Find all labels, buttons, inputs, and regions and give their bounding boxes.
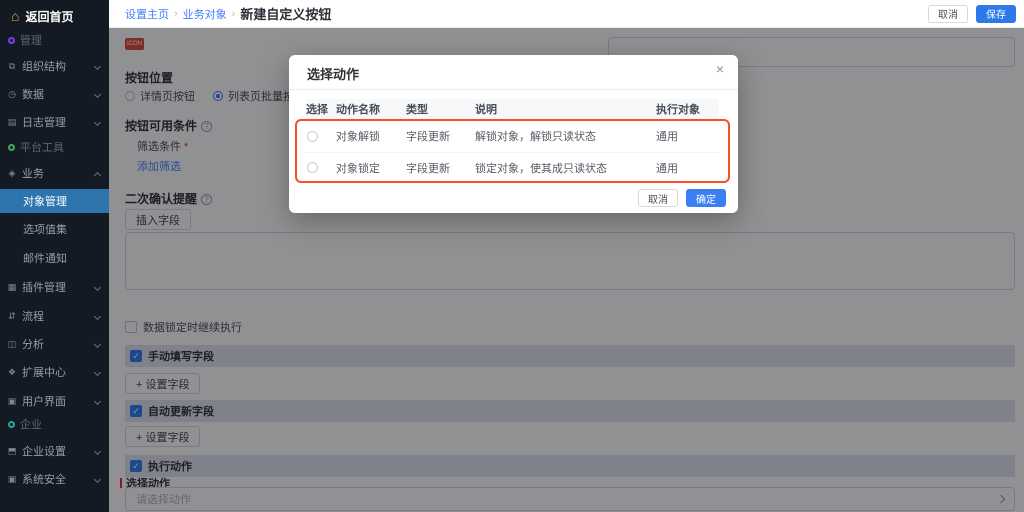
sidebar-item-liucheng[interactable]: ⇵ 流程 xyxy=(0,306,109,326)
col-action-name: 动作名称 xyxy=(336,101,406,117)
chevron-down-icon xyxy=(94,476,101,483)
home-icon: ⌂ xyxy=(11,9,19,23)
table-header-row: 选择 动作名称 类型 说明 执行对象 xyxy=(306,99,719,119)
chevron-down-icon xyxy=(94,63,101,70)
modal-footer: 取消 确定 xyxy=(638,189,726,207)
sidebar-item-xitonganquan[interactable]: ▣ 系统安全 xyxy=(0,469,109,489)
modal-ok-button[interactable]: 确定 xyxy=(686,189,726,207)
table-row[interactable]: 对象解锁 字段更新 解锁对象，解锁只读状态 通用 xyxy=(306,121,719,151)
cell-type: 字段更新 xyxy=(406,160,475,176)
breadcrumb-business-object[interactable]: 业务对象 xyxy=(183,6,227,22)
sidebar-item-pingtaigongju[interactable]: 平台工具 xyxy=(0,137,109,157)
sidebar-item-qiye[interactable]: 企业 xyxy=(0,414,109,434)
sidebar-item-youjiantongzhi[interactable]: 邮件通知 xyxy=(0,248,109,268)
cell-action-name: 对象解锁 xyxy=(336,128,406,144)
page-title: 新建自定义按钮 xyxy=(240,4,331,23)
table-row[interactable]: 对象锁定 字段更新 锁定对象，使其成只读状态 通用 xyxy=(306,152,719,182)
page-header: 设置主页 › 业务对象 › 新建自定义按钮 取消 保存 xyxy=(109,0,1024,28)
ui-icon: ▣ xyxy=(7,396,17,407)
breadcrumb-settings-home[interactable]: 设置主页 xyxy=(125,6,169,22)
sidebar-item-xuanxiangzhiji[interactable]: 选项值集 xyxy=(0,219,109,239)
col-type: 类型 xyxy=(406,101,475,117)
select-action-modal: 选择动作 × 选择 动作名称 类型 说明 执行对象 对象解锁 字段更新 解锁对象… xyxy=(289,55,738,213)
flow-icon: ⇵ xyxy=(7,311,17,322)
chevron-down-icon xyxy=(94,448,101,455)
sidebar-item-yewu[interactable]: ◈ 业务 xyxy=(0,163,109,183)
cell-type: 字段更新 xyxy=(406,128,475,144)
sidebar-item-guanli[interactable]: 管理 xyxy=(0,30,109,50)
chevron-down-icon xyxy=(94,369,101,376)
save-button[interactable]: 保存 xyxy=(976,5,1016,23)
ring-icon xyxy=(8,144,15,151)
sidebar: ⌂ 返回首页 管理 ⧉ 组织结构 ◷ 数据 ▤ 日志管理 平台工具 ◈ 业务 xyxy=(0,0,109,512)
cancel-button[interactable]: 取消 xyxy=(928,5,968,23)
chevron-down-icon xyxy=(94,341,101,348)
radio-row-unlock[interactable] xyxy=(307,131,318,142)
chart-icon: ◫ xyxy=(7,339,17,350)
close-icon[interactable]: × xyxy=(716,61,724,77)
settings-icon: ⬒ xyxy=(7,446,17,457)
lock-icon: ▣ xyxy=(7,474,17,485)
sidebar-item-qiyeshezhi[interactable]: ⬒ 企业设置 xyxy=(0,441,109,461)
cell-description: 解锁对象，解锁只读状态 xyxy=(475,128,656,144)
ring-icon xyxy=(8,37,15,44)
sidebar-item-kuozhanzhongxin[interactable]: ❖ 扩展中心 xyxy=(0,362,109,382)
col-target: 执行对象 xyxy=(656,101,719,117)
chevron-down-icon xyxy=(94,119,101,126)
org-chart-icon: ⧉ xyxy=(7,61,17,72)
breadcrumb-separator: › xyxy=(174,8,178,20)
extension-icon: ❖ xyxy=(7,367,17,378)
cell-target: 通用 xyxy=(656,128,719,144)
app-window: ⌂ 返回首页 管理 ⧉ 组织结构 ◷ 数据 ▤ 日志管理 平台工具 ◈ 业务 xyxy=(0,0,1024,512)
sidebar-item-duixiangguanli[interactable]: 对象管理 xyxy=(0,189,109,213)
cell-target: 通用 xyxy=(656,160,719,176)
sidebar-home-link[interactable]: ⌂ 返回首页 xyxy=(11,6,73,26)
chevron-down-icon xyxy=(94,398,101,405)
sidebar-item-chajianguanli[interactable]: ▦ 插件管理 xyxy=(0,277,109,297)
col-description: 说明 xyxy=(475,101,656,117)
ring-icon xyxy=(8,421,15,428)
sidebar-item-rizhiguanli[interactable]: ▤ 日志管理 xyxy=(0,112,109,132)
modal-divider xyxy=(289,89,738,90)
sidebar-item-zuzhijiegou[interactable]: ⧉ 组织结构 xyxy=(0,56,109,76)
sidebar-home-label: 返回首页 xyxy=(25,8,73,25)
col-select: 选择 xyxy=(306,101,336,117)
sidebar-item-yonghujiemian[interactable]: ▣ 用户界面 xyxy=(0,391,109,411)
modal-cancel-button[interactable]: 取消 xyxy=(638,189,678,207)
plugin-icon: ▦ xyxy=(7,282,17,293)
cell-action-name: 对象锁定 xyxy=(336,160,406,176)
briefcase-icon: ◈ xyxy=(7,168,17,179)
chevron-down-icon xyxy=(94,284,101,291)
sidebar-item-shuju[interactable]: ◷ 数据 xyxy=(0,84,109,104)
modal-title: 选择动作 xyxy=(307,64,359,83)
chevron-down-icon xyxy=(94,91,101,98)
breadcrumb-separator: › xyxy=(232,8,236,20)
log-icon: ▤ xyxy=(7,117,17,128)
chevron-down-icon xyxy=(94,313,101,320)
cell-description: 锁定对象，使其成只读状态 xyxy=(475,160,656,176)
sidebar-item-fenxi[interactable]: ◫ 分析 xyxy=(0,334,109,354)
radio-row-lock[interactable] xyxy=(307,162,318,173)
clock-icon: ◷ xyxy=(7,89,17,100)
chevron-up-icon xyxy=(94,172,101,179)
